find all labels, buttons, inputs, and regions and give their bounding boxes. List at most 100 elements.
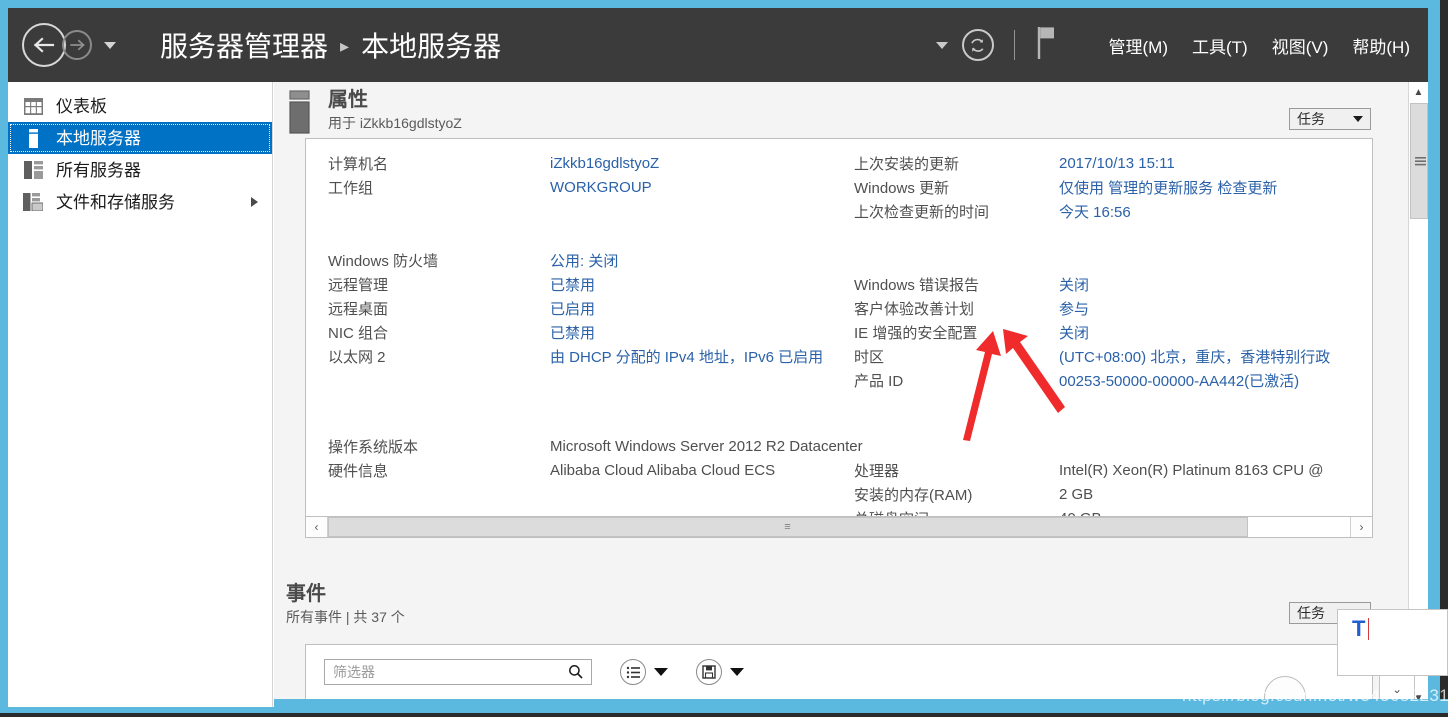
chevron-down-icon bbox=[1353, 116, 1363, 122]
forward-arrow-icon[interactable] bbox=[62, 30, 92, 60]
property-value[interactable]: 已禁用 bbox=[550, 322, 595, 343]
properties-left-group-3: 操作系统版本 Microsoft Windows Server 2012 R2 … bbox=[328, 434, 863, 482]
properties-tasks-button[interactable]: 任务 bbox=[1289, 108, 1371, 130]
property-row: 客户体验改善计划 参与 bbox=[854, 296, 1372, 320]
property-key-ie-enhanced-security: IE 增强的安全配置 bbox=[854, 324, 978, 342]
save-filter-chevron-down-icon[interactable] bbox=[730, 668, 744, 676]
dashboard-glyph bbox=[23, 97, 43, 115]
chevron-left-icon[interactable]: ‹ bbox=[306, 517, 328, 537]
property-row: 上次安装的更新 2017/10/13 15:11 bbox=[854, 151, 1372, 175]
property-value[interactable]: (UTC+08:00) 北京，重庆，香港特别行政 bbox=[1059, 346, 1330, 367]
property-key: 处理器 bbox=[854, 462, 900, 480]
sidebar: 仪表板 本地服务器 所有服务器 文件和存储服务 bbox=[8, 82, 273, 709]
server-glyph bbox=[28, 128, 38, 148]
menu-manage[interactable]: 管理(M) bbox=[1109, 33, 1168, 58]
save-filter-icon[interactable] bbox=[696, 659, 722, 685]
horizontal-scroll-thumb[interactable]: ≡ bbox=[328, 517, 1248, 537]
property-key: 上次安装的更新 bbox=[854, 155, 960, 173]
property-key: 时区 bbox=[854, 348, 885, 366]
refresh-icon[interactable] bbox=[961, 29, 994, 61]
property-row: 安装的内存(RAM) 2 GB bbox=[854, 482, 1372, 506]
property-key: 工作组 bbox=[328, 179, 374, 197]
chevron-up-icon[interactable]: ▲ bbox=[1409, 82, 1428, 103]
property-value[interactable]: 参与 bbox=[1059, 298, 1089, 319]
navigation-history-dropdown-icon[interactable] bbox=[104, 41, 116, 49]
breadcrumb-separator-icon: ▸ bbox=[340, 35, 350, 56]
properties-title: 属性 bbox=[328, 89, 368, 111]
property-value[interactable]: 已禁用 bbox=[550, 274, 595, 295]
back-arrow-glyph bbox=[33, 37, 55, 53]
file-storage-icon bbox=[22, 192, 44, 212]
properties-card: 计算机名 iZkkb16gdlstyoZ 工作组 WORKGROUP Windo… bbox=[305, 138, 1373, 538]
navigation-controls bbox=[22, 23, 116, 67]
filter-input[interactable]: 筛选器 bbox=[324, 659, 592, 685]
events-filter-bar: 筛选器 bbox=[306, 645, 1372, 685]
flag-icon[interactable] bbox=[1035, 26, 1059, 65]
search-icon[interactable] bbox=[568, 664, 583, 682]
breadcrumb-current[interactable]: 本地服务器 bbox=[361, 25, 501, 65]
properties-columns: 计算机名 iZkkb16gdlstyoZ 工作组 WORKGROUP Windo… bbox=[306, 139, 1372, 530]
sidebar-item-local-server-label: 本地服务器 bbox=[56, 128, 141, 148]
menu-help[interactable]: 帮助(H) bbox=[1352, 33, 1410, 58]
property-value[interactable]: 已启用 bbox=[550, 298, 595, 319]
property-key: Windows 错误报告 bbox=[854, 276, 980, 294]
property-key: 计算机名 bbox=[328, 155, 389, 173]
chevron-right-icon[interactable] bbox=[251, 197, 258, 207]
list-filter-icon[interactable] bbox=[620, 659, 646, 685]
horizontal-scroll-track[interactable]: ≡ bbox=[328, 517, 1350, 537]
property-value[interactable]: 今天 16:56 bbox=[1059, 201, 1131, 222]
property-value[interactable]: 关闭 bbox=[1059, 274, 1089, 295]
property-row: Windows 错误报告 关闭 bbox=[854, 272, 1372, 296]
list-filter-glyph bbox=[626, 666, 640, 678]
sidebar-item-all-servers-label: 所有服务器 bbox=[56, 160, 141, 180]
scroll-grip-glyph bbox=[1414, 156, 1426, 165]
scroll-grip-icon: ≡ bbox=[784, 521, 792, 533]
property-key: 硬件信息 bbox=[328, 462, 389, 480]
property-value[interactable]: 由 DHCP 分配的 IPv4 地址，IPv6 已启用 bbox=[550, 346, 823, 367]
sidebar-item-dashboard[interactable]: 仪表板 bbox=[8, 90, 272, 122]
file-storage-glyph bbox=[23, 193, 43, 211]
properties-titles: 属性 用于 iZkkb16gdlstyoZ bbox=[328, 88, 462, 133]
properties-horizontal-scrollbar[interactable]: ‹ ≡ › bbox=[306, 516, 1372, 537]
window-border-left bbox=[0, 0, 8, 717]
property-value[interactable]: 公用: 关闭 bbox=[550, 250, 618, 271]
property-value: Microsoft Windows Server 2012 R2 Datacen… bbox=[550, 437, 863, 455]
property-row: 上次检查更新的时间 今天 16:56 bbox=[854, 199, 1372, 223]
property-value: Intel(R) Xeon(R) Platinum 8163 CPU @ bbox=[1059, 461, 1324, 479]
floating-text-popup[interactable]: T bbox=[1337, 609, 1448, 676]
properties-server-icon bbox=[286, 90, 314, 134]
back-arrow-icon[interactable] bbox=[22, 23, 66, 67]
menu-tools[interactable]: 工具(T) bbox=[1192, 33, 1248, 58]
list-filter-chevron-down-icon[interactable] bbox=[654, 668, 668, 676]
breadcrumb-root[interactable]: 服务器管理器 bbox=[160, 25, 328, 65]
taskbar-edge bbox=[0, 713, 1448, 717]
scroll-grip-icon bbox=[1414, 156, 1426, 166]
sidebar-item-local-server[interactable]: 本地服务器 bbox=[8, 122, 272, 154]
property-row: 硬件信息 Alibaba Cloud Alibaba Cloud ECS bbox=[328, 458, 840, 482]
properties-left-column: 计算机名 iZkkb16gdlstyoZ 工作组 WORKGROUP Windo… bbox=[306, 151, 863, 530]
property-row-ie-security: IE 增强的安全配置 关闭 bbox=[854, 320, 1372, 344]
properties-left-group-1: 计算机名 iZkkb16gdlstyoZ 工作组 WORKGROUP bbox=[328, 151, 840, 199]
property-value[interactable]: iZkkb16gdlstyoZ bbox=[550, 155, 659, 172]
vertical-scroll-thumb[interactable] bbox=[1410, 103, 1428, 219]
search-glyph bbox=[569, 665, 583, 679]
property-value[interactable]: 仅使用 管理的更新服务 检查更新 bbox=[1059, 177, 1277, 198]
property-value[interactable]: 关闭 bbox=[1059, 322, 1089, 343]
property-value[interactable]: 00253-50000-00000-AA442(已激活) bbox=[1059, 370, 1299, 391]
flag-glyph bbox=[1037, 26, 1054, 59]
property-row: NIC 组合 已禁用 bbox=[328, 320, 840, 344]
all-servers-icon bbox=[22, 160, 44, 180]
menu-view[interactable]: 视图(V) bbox=[1272, 33, 1329, 58]
properties-right-group-2: Windows 错误报告 关闭 客户体验改善计划 参与 IE 增强的安全配置 关… bbox=[854, 272, 1372, 392]
sidebar-item-file-and-storage-services[interactable]: 文件和存储服务 bbox=[8, 186, 272, 218]
chevron-right-icon[interactable]: › bbox=[1350, 517, 1372, 537]
property-value[interactable]: 2017/10/13 15:11 bbox=[1059, 155, 1175, 172]
sidebar-item-all-servers[interactable]: 所有服务器 bbox=[8, 154, 272, 186]
save-filter-glyph bbox=[702, 665, 716, 679]
header-overflow-chevron-down-icon[interactable] bbox=[935, 41, 948, 49]
all-servers-glyph bbox=[23, 161, 43, 179]
property-value[interactable]: WORKGROUP bbox=[550, 179, 652, 196]
header-actions: 管理(M) 工具(T) 视图(V) 帮助(H) bbox=[935, 26, 1410, 65]
property-key: 以太网 2 bbox=[328, 348, 386, 366]
property-key: 远程管理 bbox=[328, 276, 389, 294]
